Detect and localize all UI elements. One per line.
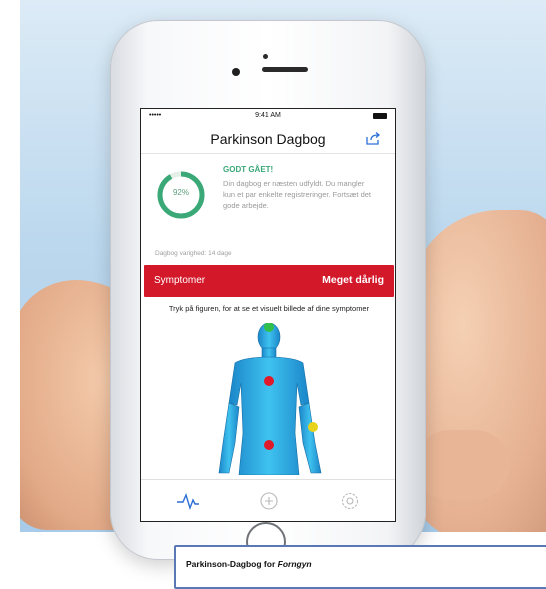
progress-label: 92% [172, 188, 189, 197]
plus-circle-icon[interactable] [256, 490, 282, 512]
progress-ring: 92% [155, 169, 207, 221]
caption-emphasis: Forngyn [277, 559, 312, 569]
instruction-text: Tryk på figuren, for at se et visuelt bi… [168, 304, 370, 313]
abdomen-marker [264, 440, 274, 450]
caption-box: Parkinson-Dagbog for Forngyn [174, 545, 546, 589]
tab-bar [141, 482, 395, 521]
nav-bar: Parkinson Dagbog [141, 123, 395, 154]
page-title: Parkinson Dagbog [210, 131, 326, 147]
message-title: GODT GÅET! [223, 165, 274, 174]
symptom-label: Symptomer [154, 275, 206, 286]
phone-frame: ••••• 9:41 AM Parkinson Dagbog 92% GODT … [110, 20, 426, 562]
phone-sensor [263, 54, 268, 59]
human-figure [218, 323, 322, 475]
tabbar-divider [141, 479, 395, 480]
symptom-banner[interactable]: Symptomer Meget dårlig [144, 265, 394, 297]
message-body: Din dagbog er næsten udfyldt. Du mangler… [223, 179, 371, 210]
hand-finger [415, 430, 510, 500]
body-figure[interactable] [149, 323, 389, 475]
app-screen: ••••• 9:41 AM Parkinson Dagbog 92% GODT … [140, 108, 396, 522]
symptom-severity: Meget dårlig [322, 274, 384, 286]
caption-text: Parkinson-Dagbog for Forngyn [186, 559, 312, 569]
battery-icon [373, 113, 387, 119]
gear-icon[interactable] [337, 490, 363, 512]
share-icon[interactable] [365, 131, 381, 145]
front-camera [232, 68, 240, 76]
earpiece-speaker [262, 67, 308, 72]
caption-prefix: Parkinson-Dagbog for [186, 559, 278, 569]
left-arm-marker [308, 422, 318, 432]
status-bar: ••••• 9:41 AM [141, 109, 395, 123]
diary-duration: Dagbog varighed: 14 dage [155, 250, 232, 257]
status-time: 9:41 AM [255, 112, 281, 119]
chest-marker [264, 376, 274, 386]
activity-icon[interactable] [175, 490, 201, 512]
